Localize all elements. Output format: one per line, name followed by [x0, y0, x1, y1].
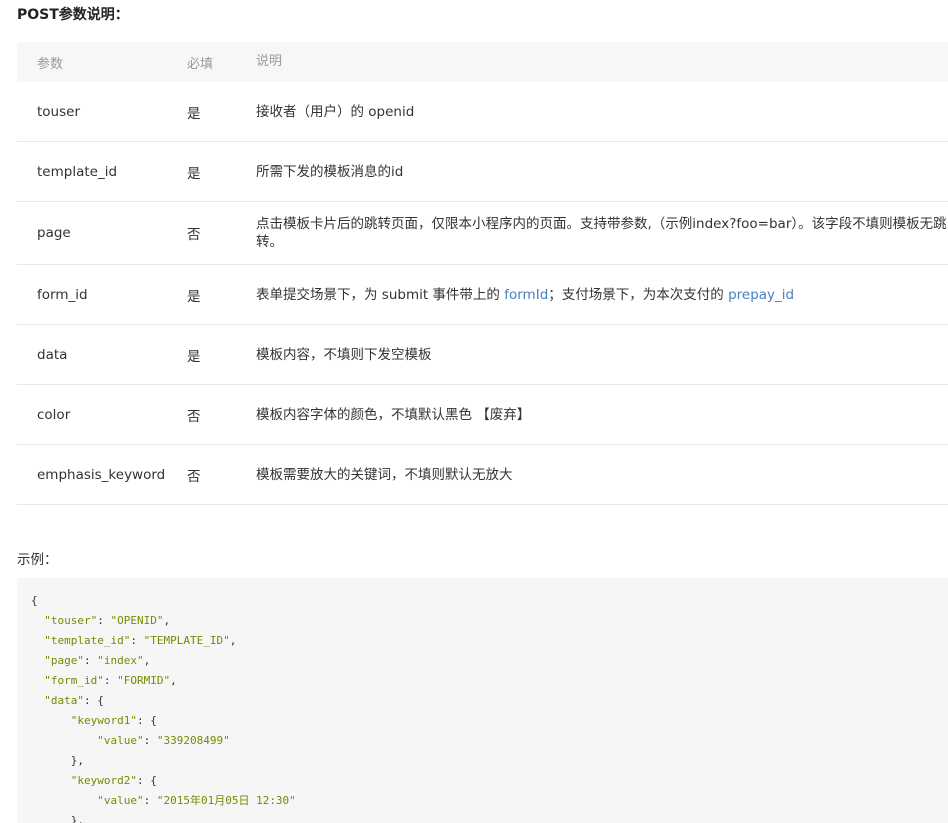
- code-line: "keyword1": {: [70, 714, 157, 727]
- code-line: },: [31, 814, 84, 823]
- table-header-row: 参数 必填 说明: [17, 42, 948, 82]
- param-description: 点击模板卡片后的跳转页面，仅限本小程序内的页面。支持带参数,（示例index?f…: [256, 201, 948, 265]
- code-line: "page": "index",: [44, 654, 151, 667]
- table-row: form_id 是 表单提交场景下，为 submit 事件带上的 formId；…: [17, 264, 948, 325]
- formid-link[interactable]: formId: [504, 287, 548, 303]
- code-line: "data": {: [44, 694, 104, 707]
- table-row: emphasis_keyword 否 模板需要放大的关键词，不填则默认无放大: [17, 444, 948, 505]
- param-required: 否: [187, 384, 256, 445]
- example-label: 示例：: [17, 552, 58, 568]
- param-required: 否: [187, 201, 256, 265]
- param-description: 模板需要放大的关键词，不填则默认无放大: [256, 444, 948, 505]
- table-row: touser 是 接收者（用户）的 openid: [17, 82, 948, 142]
- param-description: 表单提交场景下，为 submit 事件带上的 formId；支付场景下，为本次支…: [256, 264, 948, 325]
- code-line: "keyword2": {: [70, 774, 157, 787]
- desc-text: ；支付场景下，为本次支付的: [548, 286, 729, 303]
- table-row: template_id 是 所需下发的模板消息的id: [17, 141, 948, 202]
- code-line: },: [31, 754, 84, 767]
- code-line: "value": "2015年01月05日 12:30": [97, 794, 296, 807]
- header-param: 参数: [17, 42, 187, 82]
- code-line: "template_id": "TEMPLATE_ID",: [44, 634, 237, 647]
- header-required: 必填: [187, 42, 256, 82]
- param-required: 否: [187, 444, 256, 505]
- param-name: data: [17, 324, 187, 385]
- param-name: color: [17, 384, 187, 445]
- param-required: 是: [187, 324, 256, 385]
- param-name: touser: [17, 82, 187, 142]
- code-line: "form_id": "FORMID",: [44, 674, 177, 687]
- page: POST参数说明： 参数 必填 说明 touser 是 接收者（用户）的 ope…: [0, 0, 948, 823]
- param-name: template_id: [17, 141, 187, 202]
- param-name: form_id: [17, 264, 187, 325]
- code-line: "value": "339208499": [97, 734, 230, 747]
- param-required: 是: [187, 82, 256, 142]
- param-description: 模板内容字体的颜色，不填默认黑色 【废弃】: [256, 384, 948, 445]
- desc-text: 表单提交场景下，为 submit 事件带上的: [256, 286, 505, 303]
- table-row: color 否 模板内容字体的颜色，不填默认黑色 【废弃】: [17, 384, 948, 445]
- params-table: 参数 必填 说明 touser 是 接收者（用户）的 openid templa…: [17, 42, 948, 505]
- code-block: { "touser": "OPENID", "template_id": "TE…: [17, 578, 948, 823]
- param-description: 模板内容，不填则下发空模板: [256, 324, 948, 385]
- header-description: 说明: [256, 42, 948, 82]
- section-title: POST参数说明：: [17, 7, 129, 23]
- param-required: 是: [187, 264, 256, 325]
- param-required: 是: [187, 141, 256, 202]
- table-row: page 否 点击模板卡片后的跳转页面，仅限本小程序内的页面。支持带参数,（示例…: [17, 201, 948, 265]
- code-line: "touser": "OPENID",: [44, 614, 171, 627]
- code-line: {: [31, 594, 38, 607]
- param-name: page: [17, 201, 187, 265]
- param-name: emphasis_keyword: [17, 444, 187, 505]
- param-description: 接收者（用户）的 openid: [256, 82, 948, 142]
- prepay-id-link[interactable]: prepay_id: [728, 287, 794, 303]
- param-description: 所需下发的模板消息的id: [256, 141, 948, 202]
- table-row: data 是 模板内容，不填则下发空模板: [17, 324, 948, 385]
